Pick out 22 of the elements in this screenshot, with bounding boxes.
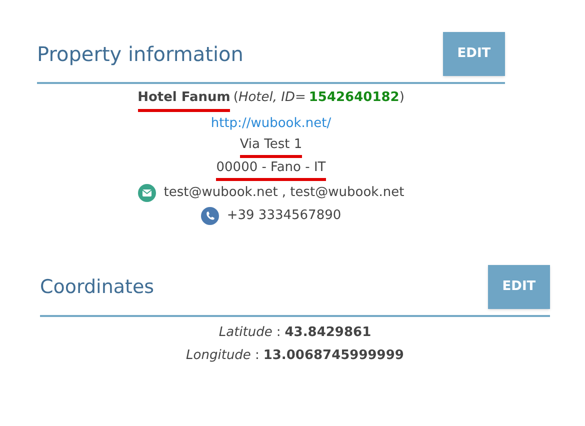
phone-text: +39 3334567890: [226, 207, 342, 225]
section-title: Coordinates: [40, 274, 154, 300]
edit-button[interactable]: EDIT: [443, 32, 505, 76]
coordinate-value: 13.0068745999999: [263, 347, 404, 365]
separator: :: [254, 347, 260, 365]
coordinate-label: Latitude: [218, 324, 272, 342]
section-title: Property information: [37, 41, 244, 68]
mail-icon: [138, 184, 156, 202]
parenthesis: ): [399, 89, 404, 107]
edit-button[interactable]: EDIT: [488, 265, 550, 309]
website-link[interactable]: http://wubook.net/: [210, 112, 332, 135]
address-line: 00000 - Fano - IT: [216, 158, 326, 181]
hotel-id: 1542640182: [308, 89, 400, 107]
coordinate-value: 43.8429861: [284, 324, 372, 342]
hotel-name: Hotel Fanum: [138, 86, 230, 112]
parenthesis: (: [233, 89, 238, 107]
separator: :: [276, 324, 281, 342]
phone-icon: [200, 206, 219, 224]
email-text: test@wubook.net , test@wubook.net: [164, 184, 404, 202]
address-line: Via Test 1: [240, 135, 302, 158]
hotel-type: Hotel, ID=: [238, 89, 306, 107]
coordinate-label: Longitude: [186, 347, 251, 365]
